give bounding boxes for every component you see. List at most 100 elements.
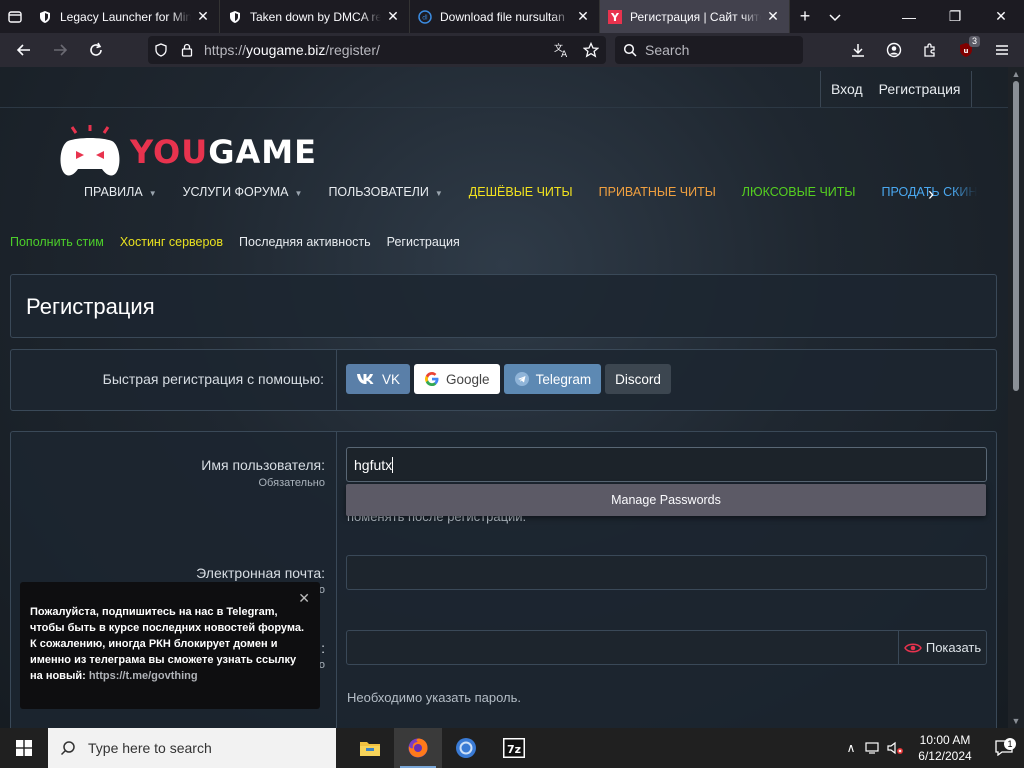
- logo-game: GAME: [208, 133, 317, 171]
- nav-item-rules[interactable]: ПРАВИЛА ▼: [84, 185, 157, 199]
- discord-login-button[interactable]: Discord: [605, 364, 671, 394]
- close-window-button[interactable]: ✕: [978, 0, 1024, 33]
- quick-register-label: Быстрая регистрация с помощью:: [102, 371, 324, 387]
- firefox-app[interactable]: [394, 728, 442, 768]
- minimize-button[interactable]: —: [886, 0, 932, 33]
- arrow-left-icon: [16, 44, 30, 56]
- nav-item-cheap-cheats[interactable]: ДЕШЁВЫЕ ЧИТЫ: [469, 185, 573, 199]
- firefox-icon: [408, 738, 428, 758]
- file-site-icon: dl: [418, 9, 432, 24]
- show-password-label: Показать: [925, 640, 982, 655]
- close-tab-icon[interactable]: ✕: [575, 8, 591, 25]
- logo-text: YOUGAME: [130, 133, 317, 171]
- subnav-item-server-hosting[interactable]: Хостинг серверов: [120, 235, 223, 249]
- volume-muted-icon[interactable]: [884, 741, 906, 755]
- subnav-item-topup-steam[interactable]: Пополнить стим: [10, 235, 104, 249]
- clock[interactable]: 10:00 AM 6/12/2024: [906, 732, 984, 764]
- network-icon[interactable]: [862, 741, 884, 755]
- list-all-tabs-button[interactable]: [820, 0, 850, 33]
- account-circle-icon: [886, 42, 902, 58]
- tab-legacy-launcher[interactable]: Legacy Launcher for Mine ✕: [30, 0, 220, 33]
- arrow-right-icon: [54, 44, 68, 56]
- email-input[interactable]: [346, 555, 987, 590]
- scroll-down-icon[interactable]: ▼: [1011, 716, 1021, 726]
- download-icon: [852, 44, 864, 57]
- reload-button[interactable]: [78, 33, 114, 67]
- taskbar-search[interactable]: Type here to search: [48, 728, 336, 768]
- button-label: Google: [446, 371, 490, 387]
- forward-button[interactable]: [42, 33, 78, 67]
- chrome-app[interactable]: [442, 728, 490, 768]
- login-link[interactable]: Вход: [831, 81, 863, 97]
- subnav-item-registration[interactable]: Регистрация: [387, 235, 460, 249]
- yougame-favicon: Y: [608, 9, 622, 24]
- url-scheme: https://: [204, 42, 247, 58]
- search-icon: [60, 741, 75, 756]
- username-input[interactable]: hgfutx: [346, 447, 987, 482]
- translate-icon[interactable]: 文A: [546, 42, 576, 58]
- tab-download-file[interactable]: dl Download file nursultan ✕: [410, 0, 600, 33]
- caret-down-icon: ▼: [434, 189, 443, 198]
- close-icon[interactable]: ✕: [298, 590, 310, 606]
- tab-registration[interactable]: Y Регистрация | Сайт чито ✕: [600, 0, 790, 33]
- scroll-up-icon[interactable]: ▲: [1011, 69, 1021, 79]
- quick-register-panel: Быстрая регистрация с помощью: VK Google…: [10, 349, 997, 411]
- close-tab-icon[interactable]: ✕: [385, 8, 401, 25]
- site-logo[interactable]: YOUGAME: [58, 125, 317, 179]
- page-scrollbar[interactable]: ▲ ▼: [1008, 67, 1024, 728]
- show-password-button[interactable]: Показать: [898, 631, 986, 664]
- restore-button[interactable]: ❐: [932, 0, 978, 33]
- 7zip-app[interactable]: 7z: [490, 728, 538, 768]
- folder-icon: [360, 742, 380, 756]
- vk-icon: [357, 374, 374, 384]
- telegram-notice: ✕ Пожалуйста, подпишитесь на нас в Teleg…: [20, 582, 320, 709]
- url-host: yougame.biz: [246, 42, 326, 58]
- bookmark-star-icon[interactable]: [576, 42, 606, 58]
- manage-passwords-popup[interactable]: Manage Passwords: [346, 484, 986, 516]
- caret-down-icon: ▼: [148, 189, 157, 198]
- file-explorer-app[interactable]: [346, 728, 394, 768]
- ublock-button[interactable]: u3: [948, 33, 984, 67]
- back-button[interactable]: [6, 33, 42, 67]
- caret-down-icon: ▼: [294, 189, 303, 198]
- new-tab-button[interactable]: +: [790, 0, 820, 33]
- nav-item-users[interactable]: ПОЛЬЗОВАТЕЛИ ▼: [328, 185, 442, 199]
- chevron-up-icon[interactable]: ∧: [840, 741, 862, 755]
- address-bar[interactable]: https://yougame.biz/register/ 文A: [148, 36, 606, 64]
- page-title: Регистрация: [26, 294, 155, 319]
- button-label: VK: [382, 371, 401, 387]
- telegram-link[interactable]: https://t.me/govthing: [89, 670, 198, 682]
- close-tab-icon[interactable]: ✕: [195, 8, 211, 25]
- username-label: Имя пользователя:: [201, 457, 325, 473]
- tab-title: Taken down by DMCA req: [250, 9, 381, 24]
- password-label: :: [321, 640, 325, 656]
- search-bar[interactable]: Search: [615, 36, 803, 64]
- subnav-item-latest-activity[interactable]: Последняя активность: [239, 235, 371, 249]
- taskbar-apps: 7z: [346, 728, 538, 768]
- tab-dmca[interactable]: Taken down by DMCA req ✕: [220, 0, 410, 33]
- svg-text:7z: 7z: [507, 743, 521, 756]
- google-login-button[interactable]: Google: [414, 364, 500, 394]
- vk-login-button[interactable]: VK: [346, 364, 411, 394]
- notification-center-button[interactable]: 1: [984, 738, 1024, 756]
- windows-taskbar: Type here to search 7z ∧ 10:00 AM 6/12/2…: [0, 728, 1024, 768]
- nav-item-forum-services[interactable]: УСЛУГИ ФОРУМА ▼: [183, 185, 303, 199]
- account-button[interactable]: [876, 33, 912, 67]
- nav-item-luxury-cheats[interactable]: ЛЮКСОВЫЕ ЧИТЫ: [742, 185, 856, 199]
- tracking-protection-shield-icon[interactable]: [148, 43, 174, 57]
- scrollbar-thumb[interactable]: [1013, 81, 1019, 391]
- register-link[interactable]: Регистрация: [879, 81, 961, 97]
- lock-icon[interactable]: [174, 43, 200, 57]
- extensions-button[interactable]: [912, 33, 948, 67]
- start-button[interactable]: [0, 728, 48, 768]
- app-menu-button[interactable]: [984, 33, 1020, 67]
- firefox-view-button[interactable]: [0, 0, 30, 33]
- downloads-button[interactable]: [840, 33, 876, 67]
- chevron-right-icon[interactable]: ›: [928, 184, 934, 205]
- telegram-login-button[interactable]: Telegram: [503, 364, 602, 394]
- navigation-toolbar: https://yougame.biz/register/ 文A Search …: [0, 33, 1024, 67]
- tab-bar: Legacy Launcher for Mine ✕ Taken down by…: [0, 0, 1024, 33]
- close-tab-icon[interactable]: ✕: [765, 8, 781, 25]
- nav-item-private-cheats[interactable]: ПРИВАТНЫЕ ЧИТЫ: [599, 185, 716, 199]
- password-field: Показать: [346, 630, 987, 665]
